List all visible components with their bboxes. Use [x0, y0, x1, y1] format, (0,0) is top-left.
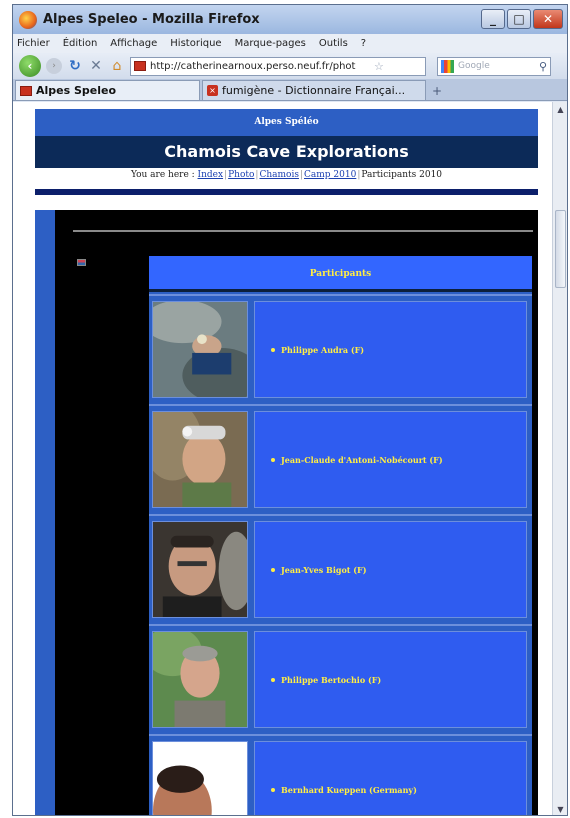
tab-favicon-icon: [20, 85, 32, 96]
window-controls: _ □ ✕: [481, 9, 563, 29]
reload-icon[interactable]: ↻: [67, 58, 83, 74]
table-row: Jean-Yves Bigot (F): [149, 518, 532, 621]
participant-photo[interactable]: [152, 631, 248, 728]
back-button[interactable]: ‹: [19, 55, 41, 77]
participant-photo[interactable]: [152, 741, 248, 815]
participant-name: Philippe Bertochio (F): [281, 674, 382, 685]
window-title: Alpes Speleo - Mozilla Firefox: [43, 12, 260, 27]
bullet-icon: [271, 677, 275, 682]
table-header: Participants: [149, 256, 532, 292]
participant-name-cell: Philippe Bertochio (F): [254, 631, 527, 728]
close-button[interactable]: ✕: [533, 9, 563, 29]
minimize-button[interactable]: _: [481, 9, 505, 29]
portrait-photo-image: [153, 522, 247, 617]
browser-window: Alpes Speleo - Mozilla Firefox _ □ ✕ Fic…: [12, 4, 568, 816]
menu-fichier[interactable]: Fichier: [17, 38, 50, 49]
menu-outils[interactable]: Outils: [319, 38, 348, 49]
menu-edition[interactable]: Édition: [63, 38, 98, 49]
bullet-icon: [271, 567, 275, 572]
participants-table: Participants Philippe Audra (F) Jean-Cla…: [149, 256, 532, 815]
breadcrumb: You are here : Index|Photo|Chamois|Camp …: [130, 170, 443, 180]
bullet-icon: [271, 347, 275, 352]
tab-bar: Alpes Speleo × fumigène - Dictionnaire F…: [13, 79, 567, 101]
participant-photo[interactable]: [152, 521, 248, 618]
page-title: Chamois Cave Explorations: [35, 136, 538, 168]
participant-name: Philippe Audra (F): [281, 344, 365, 355]
participant-name: Jean-Yves Bigot (F): [281, 564, 367, 575]
search-placeholder[interactable]: Google: [458, 61, 535, 71]
participant-name: Bernhard Kueppen (Germany): [281, 784, 417, 795]
tab-alpes-speleo[interactable]: Alpes Speleo: [15, 80, 200, 100]
vertical-scrollbar[interactable]: ▲ ▼: [552, 102, 567, 815]
home-icon[interactable]: ⌂: [109, 58, 125, 74]
stop-icon[interactable]: ✕: [88, 58, 104, 74]
google-icon[interactable]: [441, 59, 454, 73]
url-text[interactable]: http://catherinearnoux.perso.neuf.fr/pho…: [150, 61, 370, 72]
table-row: Philippe Bertochio (F): [149, 628, 532, 731]
cave-photo-image: [153, 302, 247, 397]
search-box[interactable]: Google ⚲: [437, 56, 551, 76]
scroll-down-arrow-icon[interactable]: ▼: [553, 802, 567, 815]
row-separator: [149, 294, 532, 296]
participant-name-cell: Jean-Claude d'Antoni-Nobécourt (F): [254, 411, 527, 508]
forward-button[interactable]: ›: [46, 58, 62, 74]
page-viewport[interactable]: Alpes Spéléo Chamois Cave Explorations Y…: [13, 102, 553, 815]
site-top-title: Alpes Spéléo: [35, 109, 538, 136]
tab-label: fumigène - Dictionnaire Françai...: [222, 84, 406, 97]
menu-bar: Fichier Édition Affichage Historique Mar…: [13, 34, 567, 53]
firefox-logo-icon: [19, 10, 37, 29]
menu-help[interactable]: ?: [361, 38, 366, 49]
participant-name-cell: Bernhard Kueppen (Germany): [254, 741, 527, 815]
maximize-button[interactable]: □: [507, 9, 531, 29]
language-flag-icon[interactable]: [77, 259, 86, 266]
row-separator: [149, 734, 532, 736]
tab-close-icon[interactable]: ×: [207, 85, 218, 96]
main-content: Participants Philippe Audra (F) Jean-Cla…: [35, 210, 538, 815]
site-favicon-icon: [134, 61, 146, 71]
breadcrumb-prefix: You are here :: [130, 170, 198, 180]
row-separator: [149, 404, 532, 406]
menu-affichage[interactable]: Affichage: [110, 38, 157, 49]
bullet-icon: [271, 457, 275, 462]
portrait-photo-image: [153, 632, 247, 727]
table-row: Jean-Claude d'Antoni-Nobécourt (F): [149, 408, 532, 511]
portrait-photo-image: [153, 742, 247, 815]
participant-name-cell: Philippe Audra (F): [254, 301, 527, 398]
breadcrumb-link-chamois[interactable]: Chamois: [259, 170, 299, 180]
navigation-toolbar: ‹ › ↻ ✕ ⌂ http://catherinearnoux.perso.n…: [13, 53, 567, 79]
new-tab-button[interactable]: +: [428, 82, 446, 100]
breadcrumb-link-photo[interactable]: Photo: [228, 170, 254, 180]
table-row: Philippe Audra (F): [149, 298, 532, 401]
row-separator: [149, 624, 532, 626]
scroll-thumb[interactable]: [555, 210, 566, 288]
horizontal-rule: [73, 230, 533, 232]
bookmark-star-icon[interactable]: ☆: [374, 60, 384, 73]
row-separator: [149, 514, 532, 516]
breadcrumb-link-camp[interactable]: Camp 2010: [304, 170, 356, 180]
participant-name-cell: Jean-Yves Bigot (F): [254, 521, 527, 618]
breadcrumb-link-index[interactable]: Index: [198, 170, 224, 180]
search-icon[interactable]: ⚲: [539, 60, 547, 73]
caver-photo-image: [153, 412, 247, 507]
url-bar[interactable]: http://catherinearnoux.perso.neuf.fr/pho…: [130, 56, 426, 76]
participant-photo[interactable]: [152, 301, 248, 398]
title-bar[interactable]: Alpes Speleo - Mozilla Firefox _ □ ✕: [13, 5, 567, 34]
bullet-icon: [271, 787, 275, 792]
scroll-up-arrow-icon[interactable]: ▲: [553, 102, 567, 117]
participant-photo[interactable]: [152, 411, 248, 508]
tab-label: Alpes Speleo: [36, 84, 117, 97]
participant-name: Jean-Claude d'Antoni-Nobécourt (F): [281, 454, 443, 465]
menu-historique[interactable]: Historique: [170, 38, 221, 49]
breadcrumb-current: Participants 2010: [361, 170, 443, 180]
header-divider: [35, 189, 538, 195]
table-row: Bernhard Kueppen (Germany): [149, 738, 532, 815]
tab-fumigene[interactable]: × fumigène - Dictionnaire Françai...: [202, 80, 426, 100]
menu-marque-pages[interactable]: Marque-pages: [235, 38, 306, 49]
